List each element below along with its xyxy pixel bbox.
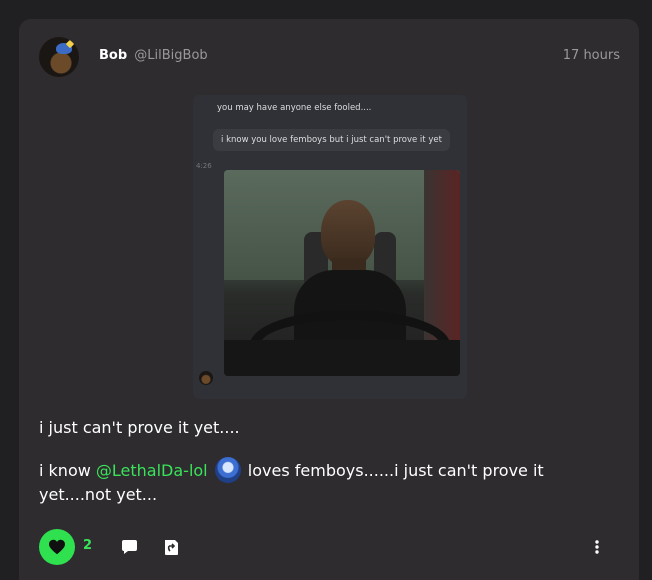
share-button[interactable] [161, 537, 181, 557]
post-media-image[interactable]: you may have anyone else fooled.... i kn… [193, 95, 467, 399]
media-message-2: i know you love femboys but i just can't… [213, 129, 450, 151]
post-card: Bob @LilBigBob 17 hours you may have any… [19, 19, 639, 580]
share-icon [164, 539, 178, 555]
media-message-1: you may have anyone else fooled.... [217, 103, 372, 113]
like-count: 2 [83, 538, 93, 553]
post-actions: 2 [39, 529, 619, 565]
mention-avatar[interactable] [214, 457, 241, 483]
post-author: Bob @LilBigBob [99, 48, 208, 64]
user-mention-link[interactable]: @LethalDa-lol [96, 461, 208, 480]
media-avatar [199, 371, 213, 385]
like-button[interactable] [39, 529, 75, 565]
post-text-line-1: i just can't prove it yet.... [39, 418, 240, 437]
author-avatar[interactable] [39, 37, 79, 77]
post-timestamp[interactable]: 17 hours [563, 48, 620, 64]
media-chat-time: 4:26 [196, 162, 212, 170]
comment-icon [121, 540, 137, 554]
post-text-line-2: i know @LethalDa-lol loves femboys......… [39, 457, 599, 507]
more-vertical-icon [595, 540, 599, 554]
more-options-button[interactable] [587, 537, 607, 557]
post-text-prefix: i know [39, 461, 96, 480]
media-gif [224, 170, 460, 376]
author-name[interactable]: Bob [99, 48, 127, 63]
heart-icon [49, 539, 65, 555]
author-handle[interactable]: @LilBigBob [134, 48, 207, 63]
comment-button[interactable] [119, 537, 139, 557]
